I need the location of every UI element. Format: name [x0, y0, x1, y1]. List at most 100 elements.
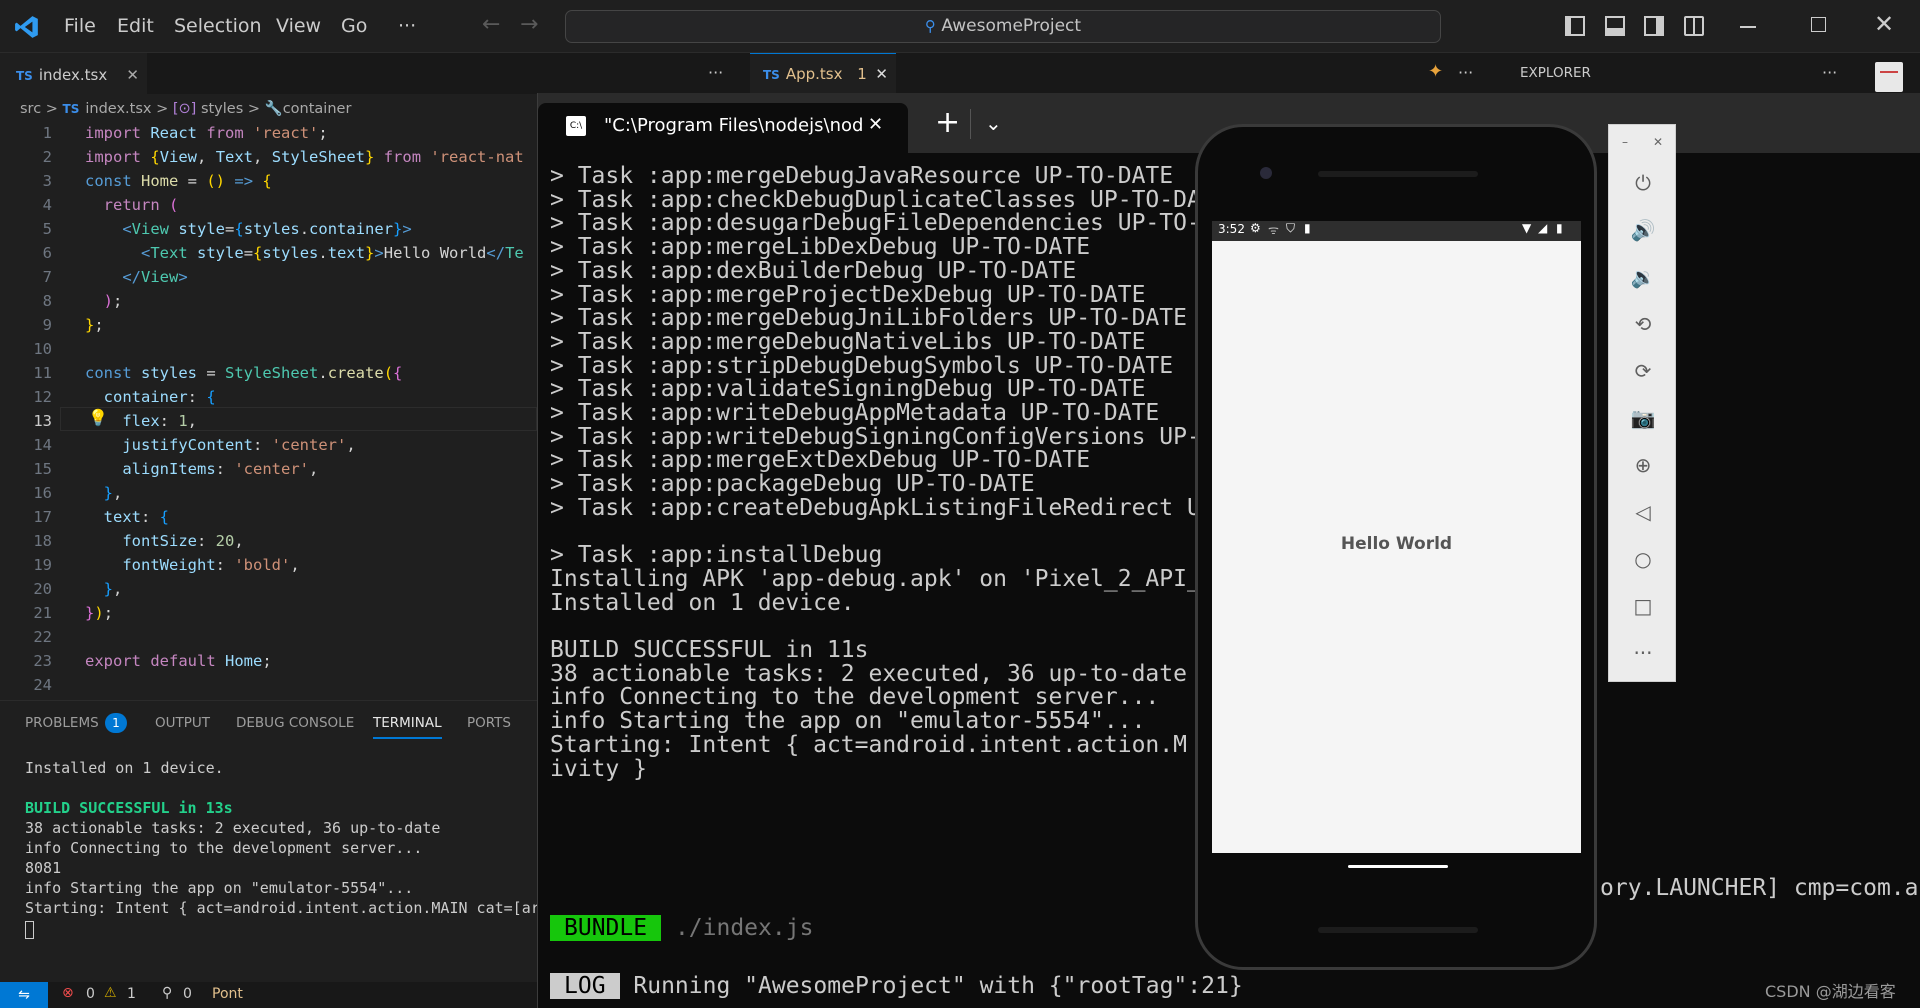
home-indicator[interactable] [1348, 865, 1448, 868]
problems-count-badge: 1 [105, 713, 127, 733]
tab-ports[interactable]: PORTS [467, 701, 511, 745]
log-line: LOG Running "AwesomeProject" with {"root… [550, 973, 1243, 999]
rotate-left-icon[interactable]: ⟲ [1609, 312, 1677, 336]
terminal-line: 38 actionable tasks: 2 executed, 36 up-t… [550, 660, 1187, 687]
code-editor[interactable]: src > TS index.tsx > [⊙] styles > 🔧contai… [0, 94, 537, 694]
tab-index-tsx[interactable]: TS index.tsx ✕ [0, 53, 147, 94]
line-number: 1 [42, 124, 52, 142]
menu-more[interactable]: ··· [398, 0, 416, 53]
breadcrumb-src[interactable]: src [20, 101, 41, 117]
error-icon[interactable]: ⊗ [62, 985, 74, 1001]
ports-icon[interactable]: ⚲ [162, 985, 172, 1001]
new-tab-icon[interactable]: + [935, 105, 960, 140]
home-icon[interactable]: ○ [1609, 547, 1677, 571]
terminal-line: info Starting the app on "emulator-5554"… [25, 879, 414, 897]
zoom-icon[interactable]: ⊕ [1609, 453, 1677, 477]
line-number: 12 [33, 388, 52, 406]
terminal-cursor [25, 921, 34, 939]
tab-terminal[interactable]: TERMINAL [373, 701, 442, 739]
speaker-grille [1318, 927, 1478, 933]
more-icon[interactable]: ··· [1609, 641, 1677, 665]
screenshot-icon[interactable]: 📷 [1609, 406, 1677, 430]
search-icon: ⚲ [924, 17, 936, 35]
ports-count[interactable]: 0 [183, 986, 192, 1002]
tab-label: App.tsx [785, 65, 843, 83]
more-actions-icon[interactable]: ··· [1458, 63, 1473, 82]
ts-icon: TS [16, 69, 33, 83]
overview-icon[interactable]: □ [1609, 594, 1677, 618]
terminal-line: > Task :app:mergeDebugJavaResource UP-TO… [550, 163, 1174, 189]
back-icon[interactable]: ◁ [1609, 500, 1677, 524]
breadcrumb-styles[interactable]: styles [201, 101, 243, 117]
remote-icon[interactable]: ⇋ [0, 982, 48, 1008]
menu-selection[interactable]: Selection [174, 0, 262, 53]
terminal-line: Installed on 1 device. [25, 759, 224, 777]
bundle-text: ./index.js [661, 915, 814, 941]
toggle-panel-icon[interactable] [1605, 16, 1625, 36]
menu-go[interactable]: Go [341, 0, 367, 53]
explorer-more-icon[interactable]: ··· [1822, 63, 1837, 82]
minimize-icon[interactable]: – [1622, 135, 1628, 149]
line-number: 23 [33, 652, 52, 670]
minimize-icon[interactable] [1740, 26, 1756, 28]
terminal-line: > Task :app:mergeExtDexDebug UP-TO-DATE [550, 447, 1091, 474]
toggle-secondary-sidebar-icon[interactable] [1644, 16, 1664, 36]
menu-edit[interactable]: Edit [117, 0, 154, 53]
more-actions-icon[interactable]: ··· [708, 63, 723, 82]
volume-down-icon[interactable]: 🔉 [1609, 265, 1677, 289]
command-center-search[interactable]: ⚲ AwesomeProject [565, 10, 1441, 43]
vscode-logo-icon[interactable] [14, 14, 40, 40]
line-number: 2 [42, 148, 52, 166]
restore-icon[interactable] [1811, 17, 1826, 32]
close-tab-icon[interactable]: ✕ [126, 55, 139, 96]
terminal-line: Starting: Intent { act=android.intent.ac… [550, 731, 1187, 758]
tab-problems[interactable]: PROBLEMS [25, 701, 99, 745]
pont-status[interactable]: Pont [212, 986, 243, 1002]
volume-up-icon[interactable]: 🔊 [1609, 218, 1677, 242]
terminal-line: > Task :app:validateSigningDebug UP-TO-D… [550, 376, 1146, 403]
toggle-sidebar-icon[interactable] [1565, 16, 1585, 36]
terminal-line: BUILD SUCCESSFUL in 11s [550, 637, 869, 663]
warning-count[interactable]: 1 [127, 986, 136, 1002]
terminal-line: BUILD SUCCESSFUL in 13s [25, 799, 233, 817]
error-count[interactable]: 0 [86, 986, 95, 1002]
menu-file[interactable]: File [64, 0, 96, 53]
speaker-grille [1318, 171, 1478, 177]
line-number: 4 [42, 196, 52, 214]
terminal-line: info Connecting to the development serve… [25, 839, 423, 857]
customize-layout-icon[interactable] [1684, 16, 1704, 36]
terminal-line: Starting: Intent { act=android.intent.ac… [25, 899, 540, 917]
phone-screen[interactable]: Hello World [1212, 221, 1581, 853]
close-window-icon[interactable]: ✕ [1874, 10, 1894, 38]
android-status-bar: 3:52 ⚙ ᯤ ⛉ ▮ ▼ ◢ ▮ [1212, 221, 1581, 241]
log-text: Running "AwesomeProject" with {"rootTag"… [619, 973, 1243, 999]
terminal-tab[interactable]: C:\ "C:\Program Files\nodejs\nod ✕ [538, 103, 908, 153]
terminal-line: > Task :app:createDebugApkListingFileRed… [550, 494, 1201, 521]
line-number: 19 [33, 556, 52, 574]
ts-icon: TS [62, 102, 80, 116]
watermark: CSDN @湖边看客 [1765, 982, 1896, 1001]
breadcrumb-container[interactable]: container [283, 101, 352, 117]
chevron-down-icon[interactable]: ⌄ [985, 111, 1002, 135]
close-tab-icon[interactable]: ✕ [875, 54, 888, 95]
warning-icon[interactable]: ⚠ [104, 985, 117, 1001]
terminal-tab-title: "C:\Program Files\nodejs\nod [604, 115, 864, 136]
terminal-line-tail: ory.LAUNCHER] cmp=com.a [1600, 875, 1919, 901]
forward-arrow-icon[interactable]: → [520, 12, 538, 37]
power-icon[interactable]: ⏻ [1609, 171, 1677, 195]
title-bar: File Edit Selection View Go ··· ← → ⚲ Aw… [0, 0, 1920, 53]
back-arrow-icon[interactable]: ← [482, 12, 500, 37]
tab-app-tsx[interactable]: TS App.tsx 1 ✕ [750, 53, 896, 94]
close-icon[interactable]: ✕ [1653, 135, 1663, 149]
terminal-line: ivity } [550, 755, 647, 782]
hello-world-text: Hello World [1340, 534, 1453, 554]
menu-view[interactable]: View [276, 0, 321, 53]
rotate-right-icon[interactable]: ⟳ [1609, 359, 1677, 383]
terminal-line: Installed on 1 device. [550, 589, 855, 616]
tab-output[interactable]: OUTPUT [155, 701, 210, 745]
pin-icon[interactable]: ✦ [1428, 61, 1443, 82]
close-tab-icon[interactable]: ✕ [868, 114, 883, 135]
breadcrumb-file[interactable]: index.tsx [85, 101, 151, 117]
tab-debug-console[interactable]: DEBUG CONSOLE [236, 701, 354, 745]
notes-icon[interactable] [1875, 62, 1903, 92]
